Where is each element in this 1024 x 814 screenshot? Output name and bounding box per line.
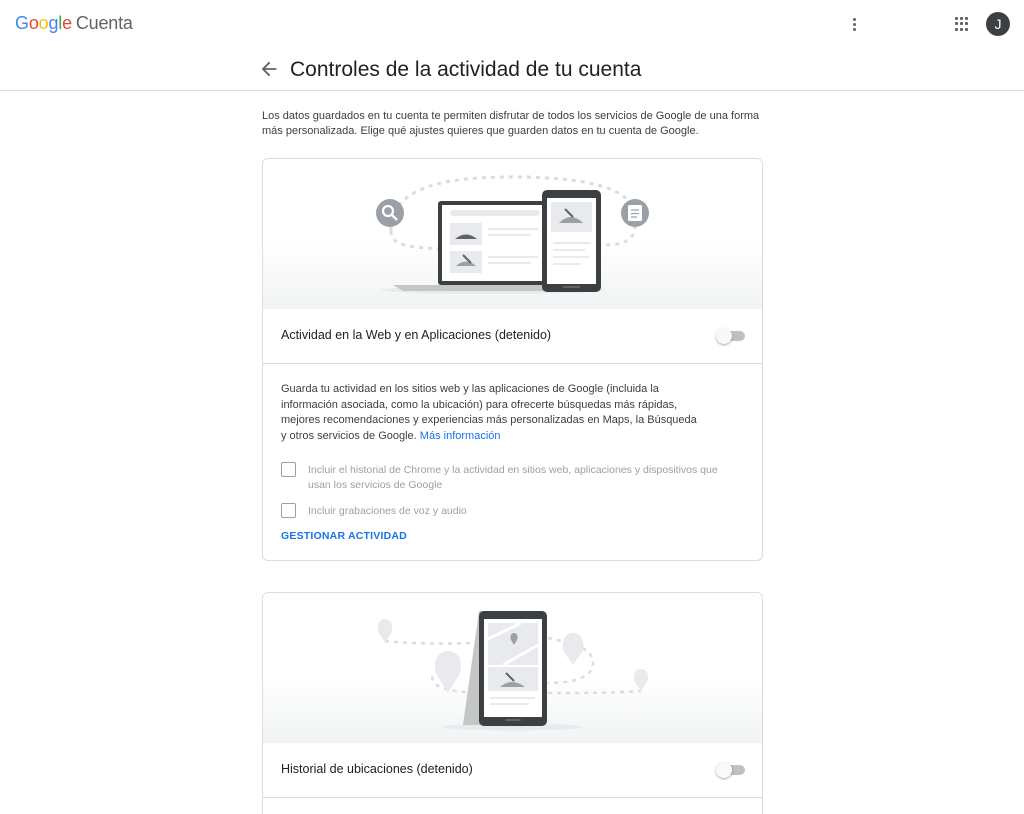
back-arrow-icon[interactable] <box>258 58 280 80</box>
location-history-card: Historial de ubicaciones (detenido) <box>262 592 763 814</box>
apps-grid-icon[interactable] <box>952 14 972 34</box>
devices-illustration <box>376 175 649 294</box>
more-options-icon[interactable] <box>844 12 864 36</box>
web-activity-card: Actividad en la Web y en Aplicaciones (d… <box>262 158 763 561</box>
avatar[interactable]: J <box>986 12 1010 36</box>
location-history-setting-row[interactable]: Historial de ubicaciones (detenido) <box>263 743 762 798</box>
location-history-toggle[interactable] <box>716 762 746 778</box>
web-activity-setting-row[interactable]: Actividad en la Web y en Aplicaciones (d… <box>263 309 762 364</box>
top-bar: Google Cuenta J <box>0 0 1024 48</box>
manage-activity-button[interactable]: GESTIONAR ACTIVIDAD <box>281 530 407 542</box>
map-phone-illustration <box>377 611 649 731</box>
voice-audio-label: Incluir grabaciones de voz y audio <box>308 505 467 517</box>
toggle-thumb <box>716 328 732 344</box>
web-activity-label: Actividad en la Web y en Aplicaciones (d… <box>281 328 552 342</box>
logo-letter: o <box>38 13 49 33</box>
google-account-logo[interactable]: Google Cuenta <box>15 13 133 34</box>
toggle-thumb <box>716 762 732 778</box>
logo-letter: e <box>62 13 72 33</box>
page-title: Controles de la actividad de tu cuenta <box>290 58 642 81</box>
web-activity-description: Guarda tu actividad en los sitios web y … <box>281 382 701 444</box>
more-info-link[interactable]: Más información <box>420 430 501 442</box>
logo-letter: o <box>28 13 39 33</box>
web-activity-illustration <box>263 159 762 309</box>
logo-letter: G <box>15 13 29 33</box>
web-activity-toggle[interactable] <box>716 328 746 344</box>
chrome-history-label: Incluir el historial de Chrome y la acti… <box>308 464 718 491</box>
page-header: Controles de la actividad de tu cuenta <box>0 48 1024 91</box>
voice-audio-checkbox[interactable] <box>281 503 296 518</box>
location-history-illustration <box>263 593 762 743</box>
chrome-history-checkbox[interactable] <box>281 462 296 477</box>
product-name: Cuenta <box>75 13 133 33</box>
intro-text: Los datos guardados en tu cuenta te perm… <box>262 110 760 137</box>
location-history-label: Historial de ubicaciones (detenido) <box>281 762 473 776</box>
logo-letter: g <box>48 13 59 33</box>
